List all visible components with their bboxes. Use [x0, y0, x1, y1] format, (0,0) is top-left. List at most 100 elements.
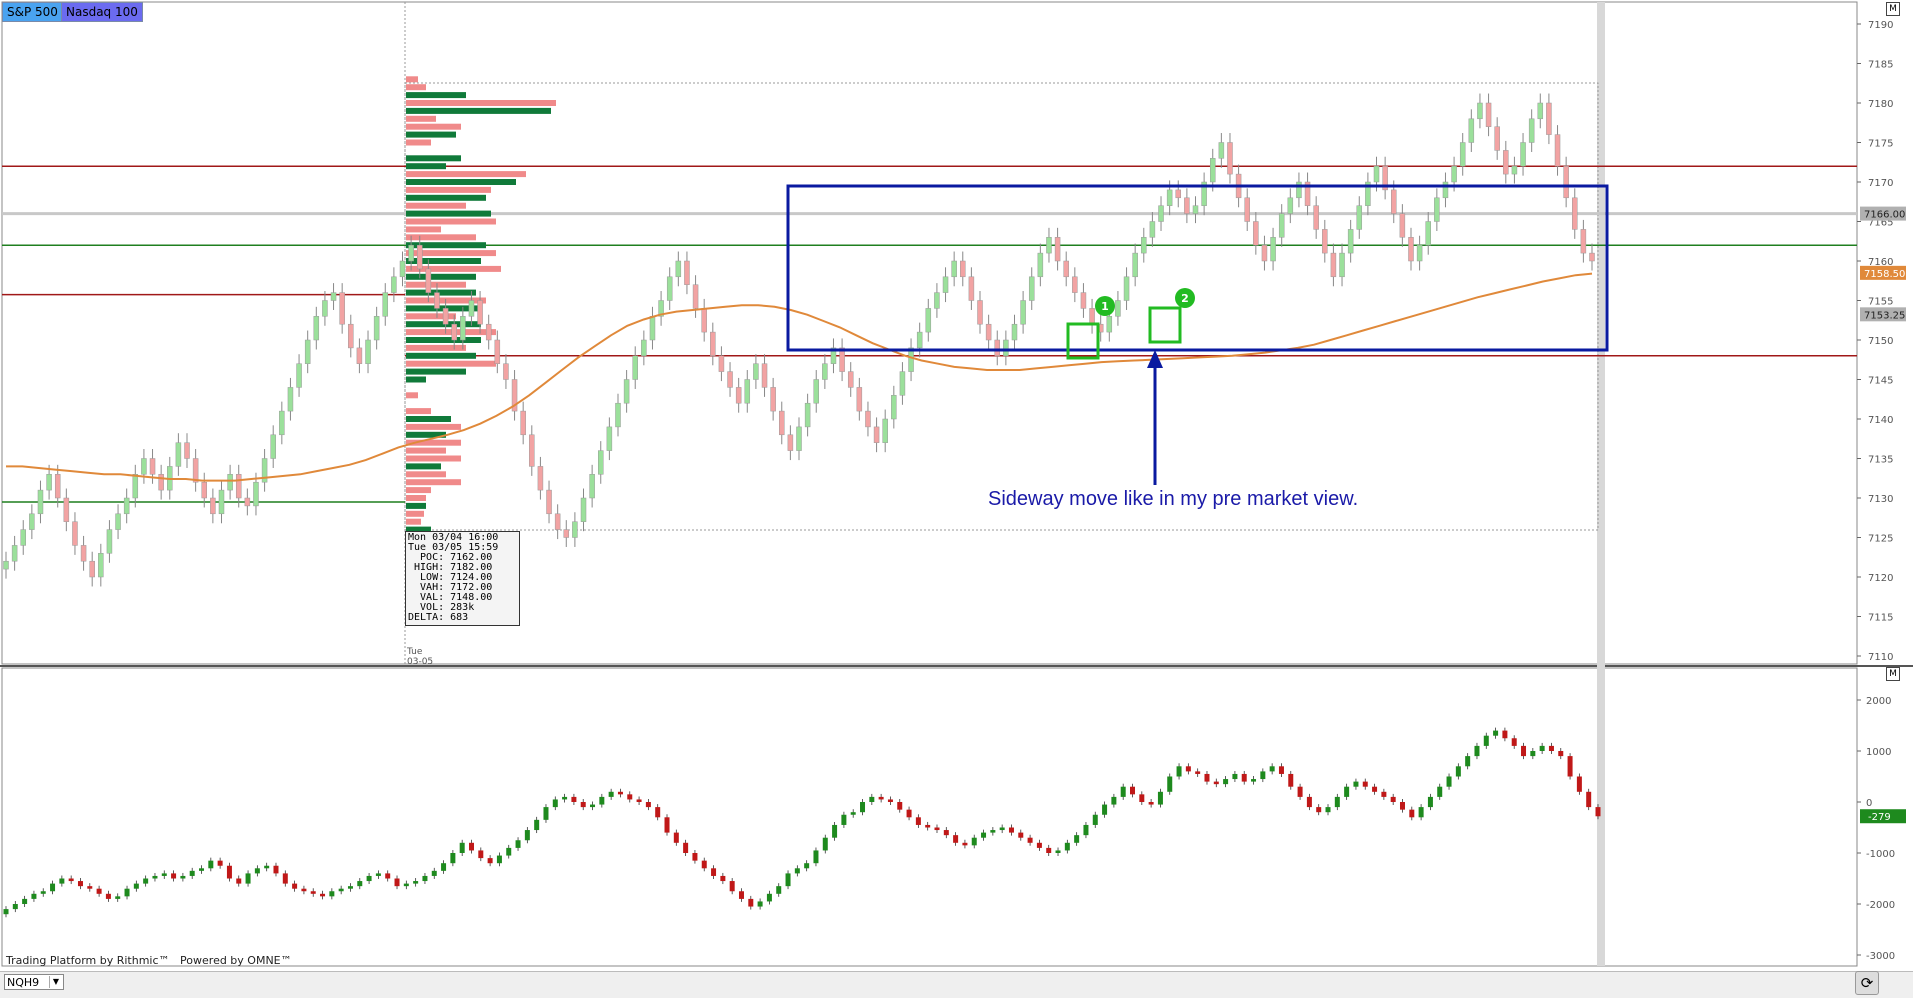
price-candle — [296, 363, 302, 388]
profile-bar — [406, 226, 441, 233]
price-candle — [1399, 213, 1406, 238]
price-candle — [1115, 300, 1121, 317]
pane-maximize-button[interactable]: M — [1886, 2, 1900, 16]
delta-y-tick-label: -2000 — [1866, 900, 1895, 911]
price-candle — [1330, 252, 1337, 278]
symbol-value: NQH9 — [7, 976, 40, 989]
profile-bar — [406, 131, 456, 138]
price-candle — [563, 529, 570, 538]
delta-candle — [1334, 796, 1340, 808]
delta-tag-label: -279 — [1868, 812, 1891, 823]
profile-bar — [406, 155, 461, 162]
delta-candle — [254, 868, 260, 874]
price-candle — [1184, 197, 1190, 214]
delta-candle — [990, 830, 996, 833]
price-candle — [80, 545, 87, 562]
stats-line: DELTA: 683 — [408, 612, 469, 623]
pane-maximize-button[interactable]: M — [1886, 667, 1900, 681]
delta-candle — [822, 837, 828, 851]
profile-bar — [406, 416, 451, 422]
delta-candle — [832, 824, 838, 838]
price-candle — [1339, 252, 1345, 278]
delta-candle — [1446, 776, 1452, 787]
profile-bar — [406, 447, 446, 454]
delta-candle — [1213, 781, 1219, 785]
profile-bar — [406, 281, 466, 288]
delta-candle — [1455, 766, 1461, 777]
profile-bar — [406, 392, 418, 399]
price-candle — [598, 450, 604, 475]
price-candle — [1253, 221, 1259, 246]
price-candle — [1356, 205, 1363, 230]
delta-candle — [487, 858, 493, 864]
marker-label: 2 — [1181, 292, 1189, 305]
delta-candle — [766, 893, 772, 902]
price-candle — [287, 387, 294, 412]
delta-candle — [664, 817, 670, 833]
delta-y-tick-label: -1000 — [1866, 849, 1895, 860]
delta-candle — [1185, 766, 1191, 772]
price-candle — [339, 292, 345, 325]
price-candle — [770, 387, 776, 412]
price-candle — [201, 481, 207, 499]
chevron-down-icon[interactable]: ▼ — [49, 976, 62, 988]
profile-bar — [406, 502, 426, 509]
delta-candle — [478, 850, 484, 859]
delta-candle — [673, 832, 679, 843]
delta-candle — [1409, 809, 1415, 818]
chart-canvas[interactable]: 7110 7115 7120 7125 7130 7135 7140 7145 7150 7155… — [0, 0, 1913, 997]
delta-candle — [1511, 738, 1517, 746]
price-candle — [29, 513, 35, 530]
price-candle — [218, 489, 225, 515]
price-candle — [675, 260, 682, 278]
price-candle — [1106, 316, 1113, 333]
delta-candle — [431, 870, 437, 876]
price-candle — [968, 276, 975, 301]
price-candle — [304, 339, 311, 364]
price-candle — [1089, 308, 1095, 325]
delta-y-tick-label: -3000 — [1866, 951, 1895, 962]
tab-sp500[interactable]: S&P 500 — [2, 2, 63, 22]
delta-candle — [711, 868, 717, 876]
delta-candle — [878, 796, 884, 800]
price-candle — [753, 363, 759, 380]
price-candle — [847, 371, 854, 388]
tab-nasdaq100[interactable]: Nasdaq 100 — [61, 2, 143, 22]
delta-candle — [143, 878, 149, 884]
delta-candle — [1437, 786, 1443, 797]
delta-candle — [441, 863, 447, 871]
delta-candle — [534, 819, 540, 831]
refresh-icon[interactable]: ⟳ — [1855, 971, 1879, 995]
price-candle — [434, 292, 440, 309]
price-candle — [744, 379, 751, 404]
delta-candle — [999, 827, 1005, 831]
price-candle — [589, 474, 595, 499]
price-candle — [916, 331, 923, 349]
delta-candle — [1036, 842, 1042, 848]
price-candle — [934, 292, 940, 309]
price-tag-label: 7153.25 — [1864, 310, 1905, 321]
profile-bar — [406, 139, 431, 146]
price-candle — [1425, 221, 1431, 246]
session-stats-box: Mon 03/04 16:00 Tue 03/05 15:59 POC: 716… — [405, 531, 520, 626]
profile-bar — [406, 179, 516, 185]
rithmic-label: Trading Platform by Rithmic™ — [6, 954, 170, 967]
symbol-select[interactable]: NQH9 ▼ — [4, 974, 64, 990]
delta-candle — [1139, 794, 1145, 802]
delta-candle — [1167, 776, 1173, 792]
delta-candle — [608, 791, 614, 797]
delta-candle — [450, 853, 456, 864]
price-candle — [666, 276, 673, 301]
price-candle — [1391, 189, 1397, 214]
delta-candle — [1074, 835, 1080, 843]
delta-candle — [645, 802, 651, 808]
delta-candle — [105, 893, 111, 899]
delta-candle — [22, 898, 28, 904]
price-candle — [348, 323, 354, 349]
delta-candle — [1102, 804, 1108, 815]
delta-candle — [617, 791, 623, 795]
price-candle — [365, 339, 371, 364]
delta-candle — [599, 796, 605, 805]
delta-candle — [1092, 814, 1098, 825]
profile-bar — [406, 408, 431, 415]
